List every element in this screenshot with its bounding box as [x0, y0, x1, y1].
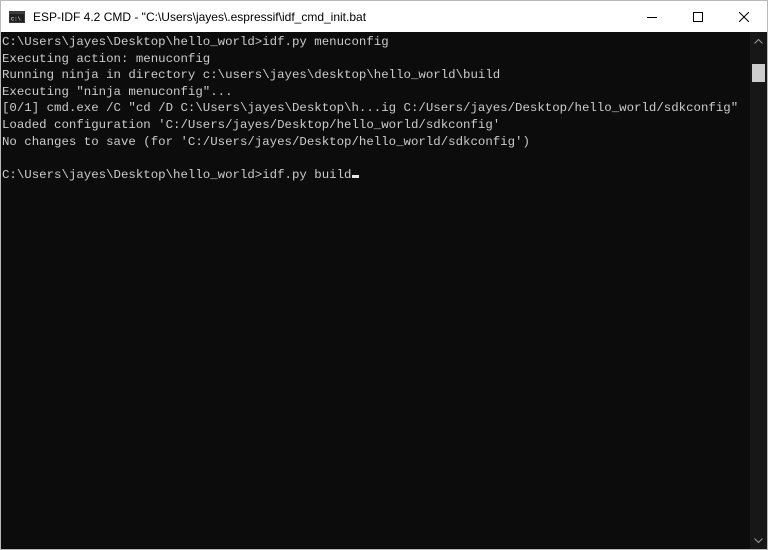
scrollbar-thumb[interactable] [752, 64, 765, 82]
vertical-scrollbar[interactable] [750, 32, 767, 549]
console-prompt-text: C:\Users\jayes\Desktop\hello_world>idf.p… [2, 167, 352, 182]
console-output[interactable]: C:\Users\jayes\Desktop\hello_world>idf.p… [1, 32, 750, 549]
console-line: Loaded configuration 'C:/Users/jayes/Des… [2, 117, 501, 132]
console-line: Running ninja in directory c:\users\jaye… [2, 68, 501, 83]
console-lines: C:\Users\jayes\Desktop\hello_world>idf.p… [1, 32, 750, 183]
svg-text:C:\: C:\ [11, 15, 21, 22]
console-line: Executing action: menuconfig [2, 51, 211, 66]
console-line: [0/1] cmd.exe /C "cd /D C:\Users\jayes\D… [2, 101, 739, 116]
console-window: C:\ ESP-IDF 4.2 CMD - "C:\Users\jayes\.e… [0, 0, 768, 550]
console-line: C:\Users\jayes\Desktop\hello_world>idf.p… [2, 35, 389, 49]
console-prompt-line[interactable]: C:\Users\jayes\Desktop\hello_world>idf.p… [2, 167, 750, 184]
console-line: No changes to save (for 'C:/Users/jayes/… [2, 134, 530, 149]
caption-buttons [629, 1, 767, 32]
maximize-icon [693, 11, 703, 22]
close-icon [739, 11, 749, 22]
console-app-icon[interactable]: C:\ [9, 10, 25, 23]
minimize-button[interactable] [629, 1, 675, 32]
maximize-button[interactable] [675, 1, 721, 32]
title-bar[interactable]: C:\ ESP-IDF 4.2 CMD - "C:\Users\jayes\.e… [1, 1, 767, 32]
chevron-up-icon [754, 38, 763, 44]
chevron-down-icon [754, 537, 763, 543]
minimize-icon [647, 16, 657, 18]
text-cursor [352, 174, 360, 178]
window-title: ESP-IDF 4.2 CMD - "C:\Users\jayes\.espre… [33, 9, 367, 24]
scroll-down-button[interactable] [750, 532, 767, 549]
console-line: Executing "ninja menuconfig"... [2, 84, 233, 99]
close-button[interactable] [721, 1, 767, 32]
scroll-up-button[interactable] [750, 32, 767, 49]
